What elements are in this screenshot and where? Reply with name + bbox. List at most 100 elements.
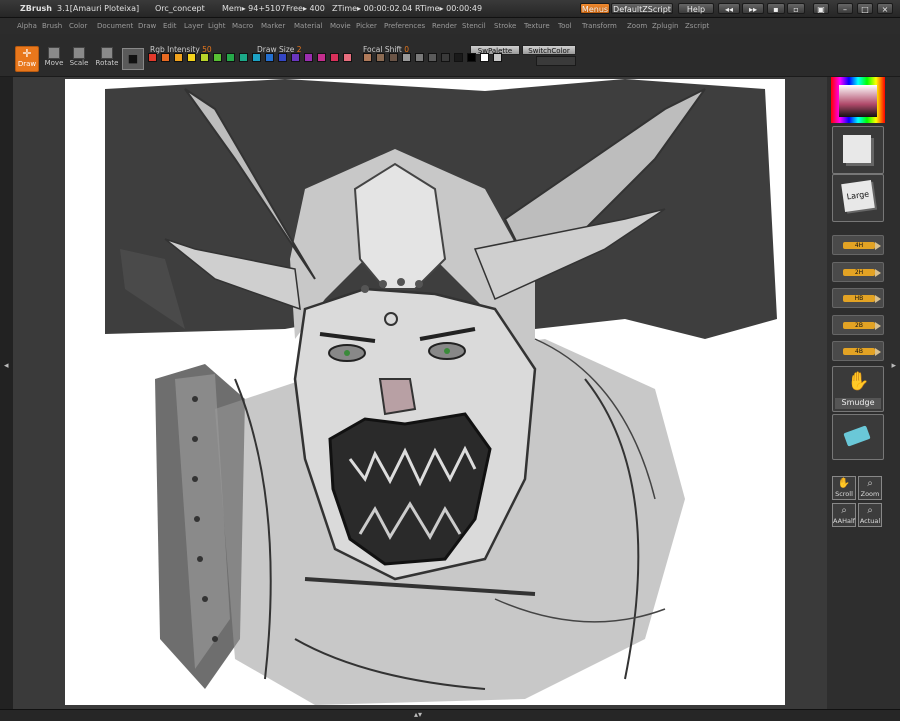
color-swatch[interactable] [493,53,502,62]
menu-item[interactable]: Movie [330,18,351,34]
secondary-color-well[interactable] [536,56,576,66]
scroll-button[interactable]: ✋ Scroll [832,476,856,500]
color-swatch[interactable] [363,53,372,62]
menu-item[interactable]: Color [69,18,87,34]
color-swatch[interactable] [187,53,196,62]
prev-icon[interactable]: ◂◂ [718,3,740,14]
color-swatch[interactable] [441,53,450,62]
close-icon[interactable]: × [877,3,893,14]
menu-item[interactable]: Texture [524,18,550,34]
color-swatch[interactable] [252,53,261,62]
color-swatch[interactable] [265,53,274,62]
layout-a-icon[interactable]: ▪ [767,3,785,14]
pencil-2b-label: 2B [843,322,875,329]
menu-item[interactable]: Preferences [384,18,425,34]
pencil-hb-button[interactable]: HB [832,288,884,308]
expand-right-icon[interactable]: ▸ [891,361,896,371]
menu-item[interactable]: Stencil [462,18,486,34]
color-swatch[interactable] [226,53,235,62]
color-swatch[interactable] [174,53,183,62]
pencil-2b-button[interactable]: 2B [832,315,884,335]
pencil-4h-button[interactable]: 4H [832,235,884,255]
menu-item[interactable]: Brush [42,18,62,34]
menu-item[interactable]: Material [294,18,322,34]
color-swatch[interactable] [480,53,489,62]
next-icon[interactable]: ▸▸ [742,3,764,14]
large-brush-button[interactable]: Large [832,174,884,222]
default-zscript-button[interactable]: DefaultZScript [611,3,673,14]
zoom-button[interactable]: ⌕ Zoom [858,476,882,500]
color-swatch[interactable] [376,53,385,62]
draw-button[interactable]: ✛ Draw [15,46,39,72]
move-label: Move [44,59,64,67]
menu-item[interactable]: Draw [138,18,156,34]
menu-item[interactable]: Edit [163,18,177,34]
paper-button[interactable] [832,126,884,174]
menu-item[interactable]: Light [208,18,225,34]
menu-item[interactable]: Macro [232,18,253,34]
color-swatch[interactable] [428,53,437,62]
color-picker[interactable] [831,77,885,123]
color-swatch[interactable] [343,53,352,62]
color-swatch[interactable] [330,53,339,62]
aahalf-label: AAHalf [833,517,856,525]
color-swatch[interactable] [389,53,398,62]
color-swatch[interactable] [317,53,326,62]
menu-item[interactable]: Transform [582,18,617,34]
color-swatch[interactable] [415,53,424,62]
minimize-icon[interactable]: – [837,3,853,14]
menu-item[interactable]: Alpha [17,18,37,34]
eraser-button[interactable] [832,414,884,460]
menu-item[interactable]: Stroke [494,18,516,34]
draw-label: Draw [17,60,37,68]
drawing-canvas[interactable] [65,79,785,705]
color-swatch[interactable] [161,53,170,62]
rotate-button[interactable]: Rotate [95,46,119,72]
menu-item[interactable]: Zscript [685,18,709,34]
expand-left-icon[interactable]: ◂ [4,361,9,371]
expand-bottom-icon[interactable]: ▴▾ [414,710,422,719]
switchcolor-button[interactable]: SwitchColor [522,45,576,55]
color-swatch[interactable] [148,53,157,62]
menu-item[interactable]: Zoom [627,18,647,34]
color-swatch[interactable] [304,53,313,62]
help-button[interactable]: Help [678,3,714,14]
color-swatch[interactable] [467,53,476,62]
menu-item[interactable]: Document [97,18,133,34]
color-swatch[interactable] [402,53,411,62]
app-version: 3.1[Amauri Ploteixa] [57,4,140,13]
color-picker-field[interactable] [839,85,877,117]
pencil-2h-button[interactable]: 2H [832,262,884,282]
color-swatch[interactable] [278,53,287,62]
magnifier-icon: ⌕ [867,505,873,516]
color-swatch[interactable] [213,53,222,62]
menu-item[interactable]: Render [432,18,457,34]
menu-item[interactable]: Marker [261,18,285,34]
color-swatch[interactable] [454,53,463,62]
menu-item[interactable]: Layer [184,18,204,34]
pencil-2h-label: 2H [843,269,875,276]
actual-button[interactable]: ⌕ Actual [858,503,882,527]
color-swatch[interactable] [239,53,248,62]
menu-item[interactable]: Tool [558,18,572,34]
scale-label: Scale [69,59,89,67]
aahalf-button[interactable]: ⌕ AAHalf [832,503,856,527]
pencil-tip-icon [875,348,881,356]
move-button[interactable]: Move [42,46,66,72]
scale-button[interactable]: Scale [67,46,91,72]
magnifier-icon: ⌕ [867,478,873,489]
pencil-4b-button[interactable]: 4B [832,341,884,361]
camera-icon[interactable]: ■ [122,48,144,70]
lock-icon[interactable]: ▣ [813,3,829,14]
color-swatch[interactable] [200,53,209,62]
menus-button[interactable]: Menus [580,3,610,14]
menu-item[interactable]: Picker [356,18,377,34]
layout-b-icon[interactable]: ▫ [787,3,805,14]
color-swatch[interactable] [291,53,300,62]
pencil-tip-icon [875,295,881,303]
mem-readout: Mem▸ 94+5107 [222,4,286,13]
eraser-icon [843,425,871,447]
maximize-icon[interactable]: □ [857,3,873,14]
menu-item[interactable]: Zplugin [652,18,678,34]
smudge-button[interactable]: ✋ Smudge [832,366,884,412]
